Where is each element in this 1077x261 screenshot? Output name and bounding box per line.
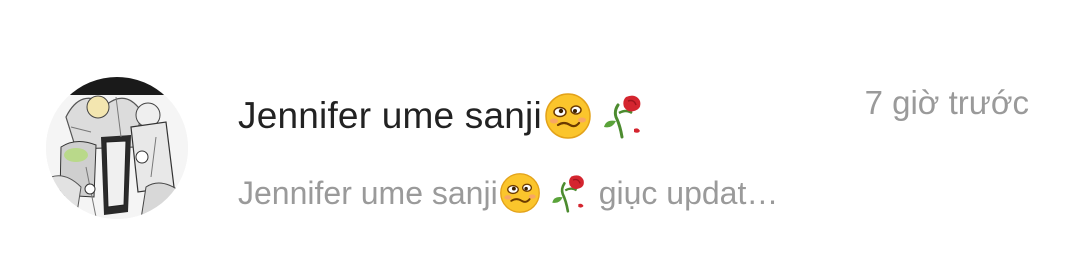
sender-line: Jennifer ume sanji [238, 88, 644, 144]
wilted-flower-icon [598, 91, 644, 141]
wilted-flower-icon [547, 171, 587, 215]
message-preview: Jennifer ume sanji giục updat… [238, 168, 778, 218]
avatar[interactable] [46, 77, 188, 219]
preview-sender: Jennifer ume sanji [238, 174, 498, 211]
preview-message: giục updat… [598, 174, 779, 211]
sender-name[interactable]: Jennifer ume sanji [238, 95, 542, 137]
timestamp: 7 giờ trước [864, 84, 1029, 121]
woozy-face-icon [544, 92, 592, 140]
woozy-face-icon [499, 172, 541, 214]
avatar-image [46, 77, 188, 219]
notification-item[interactable]: Jennifer ume sanji 7 giờ trước Jennifer … [0, 0, 1077, 261]
